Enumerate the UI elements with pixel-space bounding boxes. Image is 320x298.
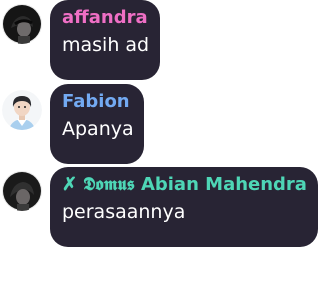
message-text: perasaannya [62, 201, 186, 223]
chat-message: affandra masih ad [0, 0, 320, 80]
sender-name[interactable]: affandra [62, 6, 148, 30]
message-text: masih ad [62, 34, 150, 56]
avatar[interactable] [2, 171, 42, 211]
sender-name[interactable]: ✗ 𝕯𝖔𝖒𝖚𝖘 Abian Mahendra [62, 173, 307, 197]
dark-portrait-avatar-icon [2, 4, 42, 44]
light-portrait-avatar-icon [2, 90, 42, 130]
sender-name-prefix: ✗ 𝕯𝖔𝖒𝖚𝖘 [62, 174, 135, 195]
sender-name[interactable]: Fabion [62, 90, 132, 114]
chat-message: Fabion Apanya [0, 84, 320, 164]
message-bubble[interactable]: affandra masih ad [50, 0, 160, 80]
message-text: Apanya [62, 118, 134, 140]
chat-message: ✗ 𝕯𝖔𝖒𝖚𝖘 Abian Mahendra perasaannya [0, 167, 320, 247]
avatar[interactable] [2, 90, 42, 130]
message-bubble[interactable]: Fabion Apanya [50, 84, 144, 164]
avatar[interactable] [2, 4, 42, 44]
sender-name-text: Abian Mahendra [140, 174, 307, 195]
dark-portrait-avatar-icon [2, 171, 42, 211]
message-bubble[interactable]: ✗ 𝕯𝖔𝖒𝖚𝖘 Abian Mahendra perasaannya [50, 167, 318, 247]
